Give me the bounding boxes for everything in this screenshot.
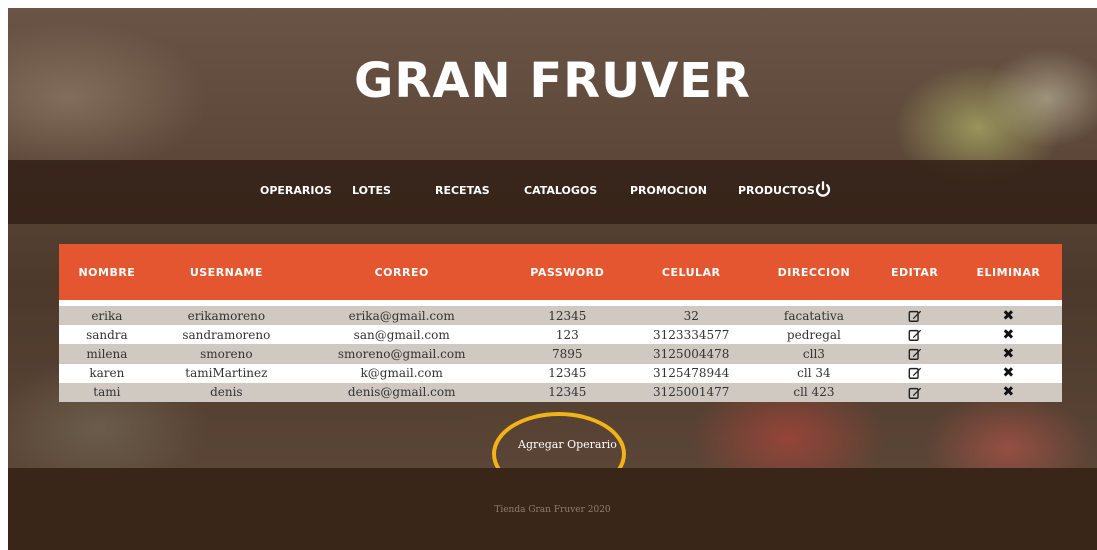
cell-celular: 32: [683, 308, 699, 323]
cell-username: erikamoreno: [187, 308, 266, 323]
cell-correo: san@gmail.com: [353, 327, 450, 342]
cell-password: 12345: [548, 366, 587, 381]
close-icon[interactable]: ✖: [1003, 384, 1015, 400]
close-icon[interactable]: ✖: [1003, 346, 1015, 362]
cell-password: 123: [555, 327, 579, 342]
delete-cell: ✖: [955, 364, 1062, 383]
page-frame: GRAN FRUVER OPERARIOS LOTES RECETAS CATA…: [8, 8, 1097, 550]
cell-password: 12345: [548, 308, 587, 323]
col-editar: EDITAR: [890, 265, 939, 279]
edit-cell: [875, 364, 955, 383]
nav-catalogos[interactable]: CATALOGOS: [524, 184, 597, 197]
cell-correo: k@gmail.com: [360, 366, 443, 381]
table-header-row: NOMBRE USERNAME CORREO PASSWORD CELULAR …: [59, 244, 1062, 300]
cell-celular: 3123334577: [653, 327, 730, 342]
col-correo: CORREO: [374, 265, 429, 279]
cell-username: tamiMartinez: [185, 366, 268, 381]
cell-password: 12345: [548, 385, 587, 400]
cell-celular: 3125478944: [653, 366, 730, 381]
edit-cell: [875, 383, 955, 402]
cell-correo: denis@gmail.com: [347, 385, 456, 400]
footer-text: Tienda Gran Fruver 2020: [494, 505, 611, 515]
cell-username: sandramoreno: [182, 327, 271, 342]
page-title: GRAN FRUVER: [353, 53, 751, 109]
cell-direccion: cll3: [802, 346, 825, 361]
close-icon[interactable]: ✖: [1003, 365, 1015, 381]
col-nombre: NOMBRE: [78, 265, 136, 279]
nav-lotes[interactable]: LOTES: [352, 184, 391, 197]
nav-productos[interactable]: PRODUCTOS: [738, 184, 815, 197]
cell-nombre: milena: [86, 346, 128, 361]
col-password: PASSWORD: [530, 265, 605, 279]
power-icon[interactable]: [814, 180, 832, 198]
edit-icon[interactable]: [908, 386, 922, 400]
table-row: erika erikamoreno erika@gmail.com 12345 32 fa…: [59, 306, 1062, 326]
delete-cell: ✖: [955, 325, 1062, 344]
close-icon[interactable]: ✖: [1003, 327, 1015, 343]
delete-cell: ✖: [955, 383, 1062, 402]
table-row: tami denis denis@gmail.com 12345 3125001477 c…: [59, 382, 1062, 402]
cell-direccion: cll 423: [793, 385, 835, 400]
edit-icon[interactable]: [908, 328, 922, 342]
cell-correo: smoreno@gmail.com: [337, 346, 466, 361]
edit-cell: [875, 344, 955, 363]
cell-direccion: facatativa: [783, 308, 844, 323]
nav-promocion[interactable]: PROMOCION: [630, 184, 707, 197]
close-icon[interactable]: ✖: [1003, 308, 1015, 324]
table-row: milena smoreno smoreno@gmail.com 7895 312500…: [59, 344, 1062, 364]
edit-icon[interactable]: [908, 366, 922, 380]
edit-cell: [875, 325, 955, 344]
cell-password: 7895: [552, 346, 583, 361]
edit-icon[interactable]: [908, 309, 922, 323]
col-direccion: DIRECCION: [777, 265, 851, 279]
edit-cell: [875, 306, 955, 325]
cell-correo: erika@gmail.com: [348, 308, 455, 323]
cell-username: denis: [210, 385, 243, 400]
delete-cell: ✖: [955, 306, 1062, 325]
cell-nombre: tami: [93, 385, 121, 400]
table-row: sandra sandramoreno san@gmail.com 123 312333…: [59, 325, 1062, 345]
edit-icon[interactable]: [908, 347, 922, 361]
top-navbar: OPERARIOS LOTES RECETAS CATALOGOS PROMOC…: [8, 160, 1097, 224]
cell-celular: 3125004478: [653, 346, 730, 361]
cell-nombre: karen: [89, 366, 125, 381]
nav-operarios[interactable]: OPERARIOS: [260, 184, 332, 197]
cell-direccion: pedregal: [786, 327, 841, 342]
col-username: USERNAME: [189, 265, 263, 279]
cell-celular: 3125001477: [653, 385, 730, 400]
cell-username: smoreno: [200, 346, 253, 361]
delete-cell: ✖: [955, 344, 1062, 363]
table-row: karen tamiMartinez k@gmail.com 12345 3125478…: [59, 363, 1062, 383]
cell-nombre: erika: [91, 308, 123, 323]
col-eliminar: ELIMINAR: [976, 265, 1041, 279]
add-operario-button[interactable]: Agregar Operario: [518, 438, 617, 451]
col-celular: CELULAR: [661, 265, 721, 279]
operarios-table: NOMBRE USERNAME CORREO PASSWORD CELULAR …: [59, 244, 1062, 402]
cell-nombre: sandra: [86, 327, 128, 342]
cell-direccion: cll 34: [797, 366, 831, 381]
nav-recetas[interactable]: RECETAS: [435, 184, 490, 197]
